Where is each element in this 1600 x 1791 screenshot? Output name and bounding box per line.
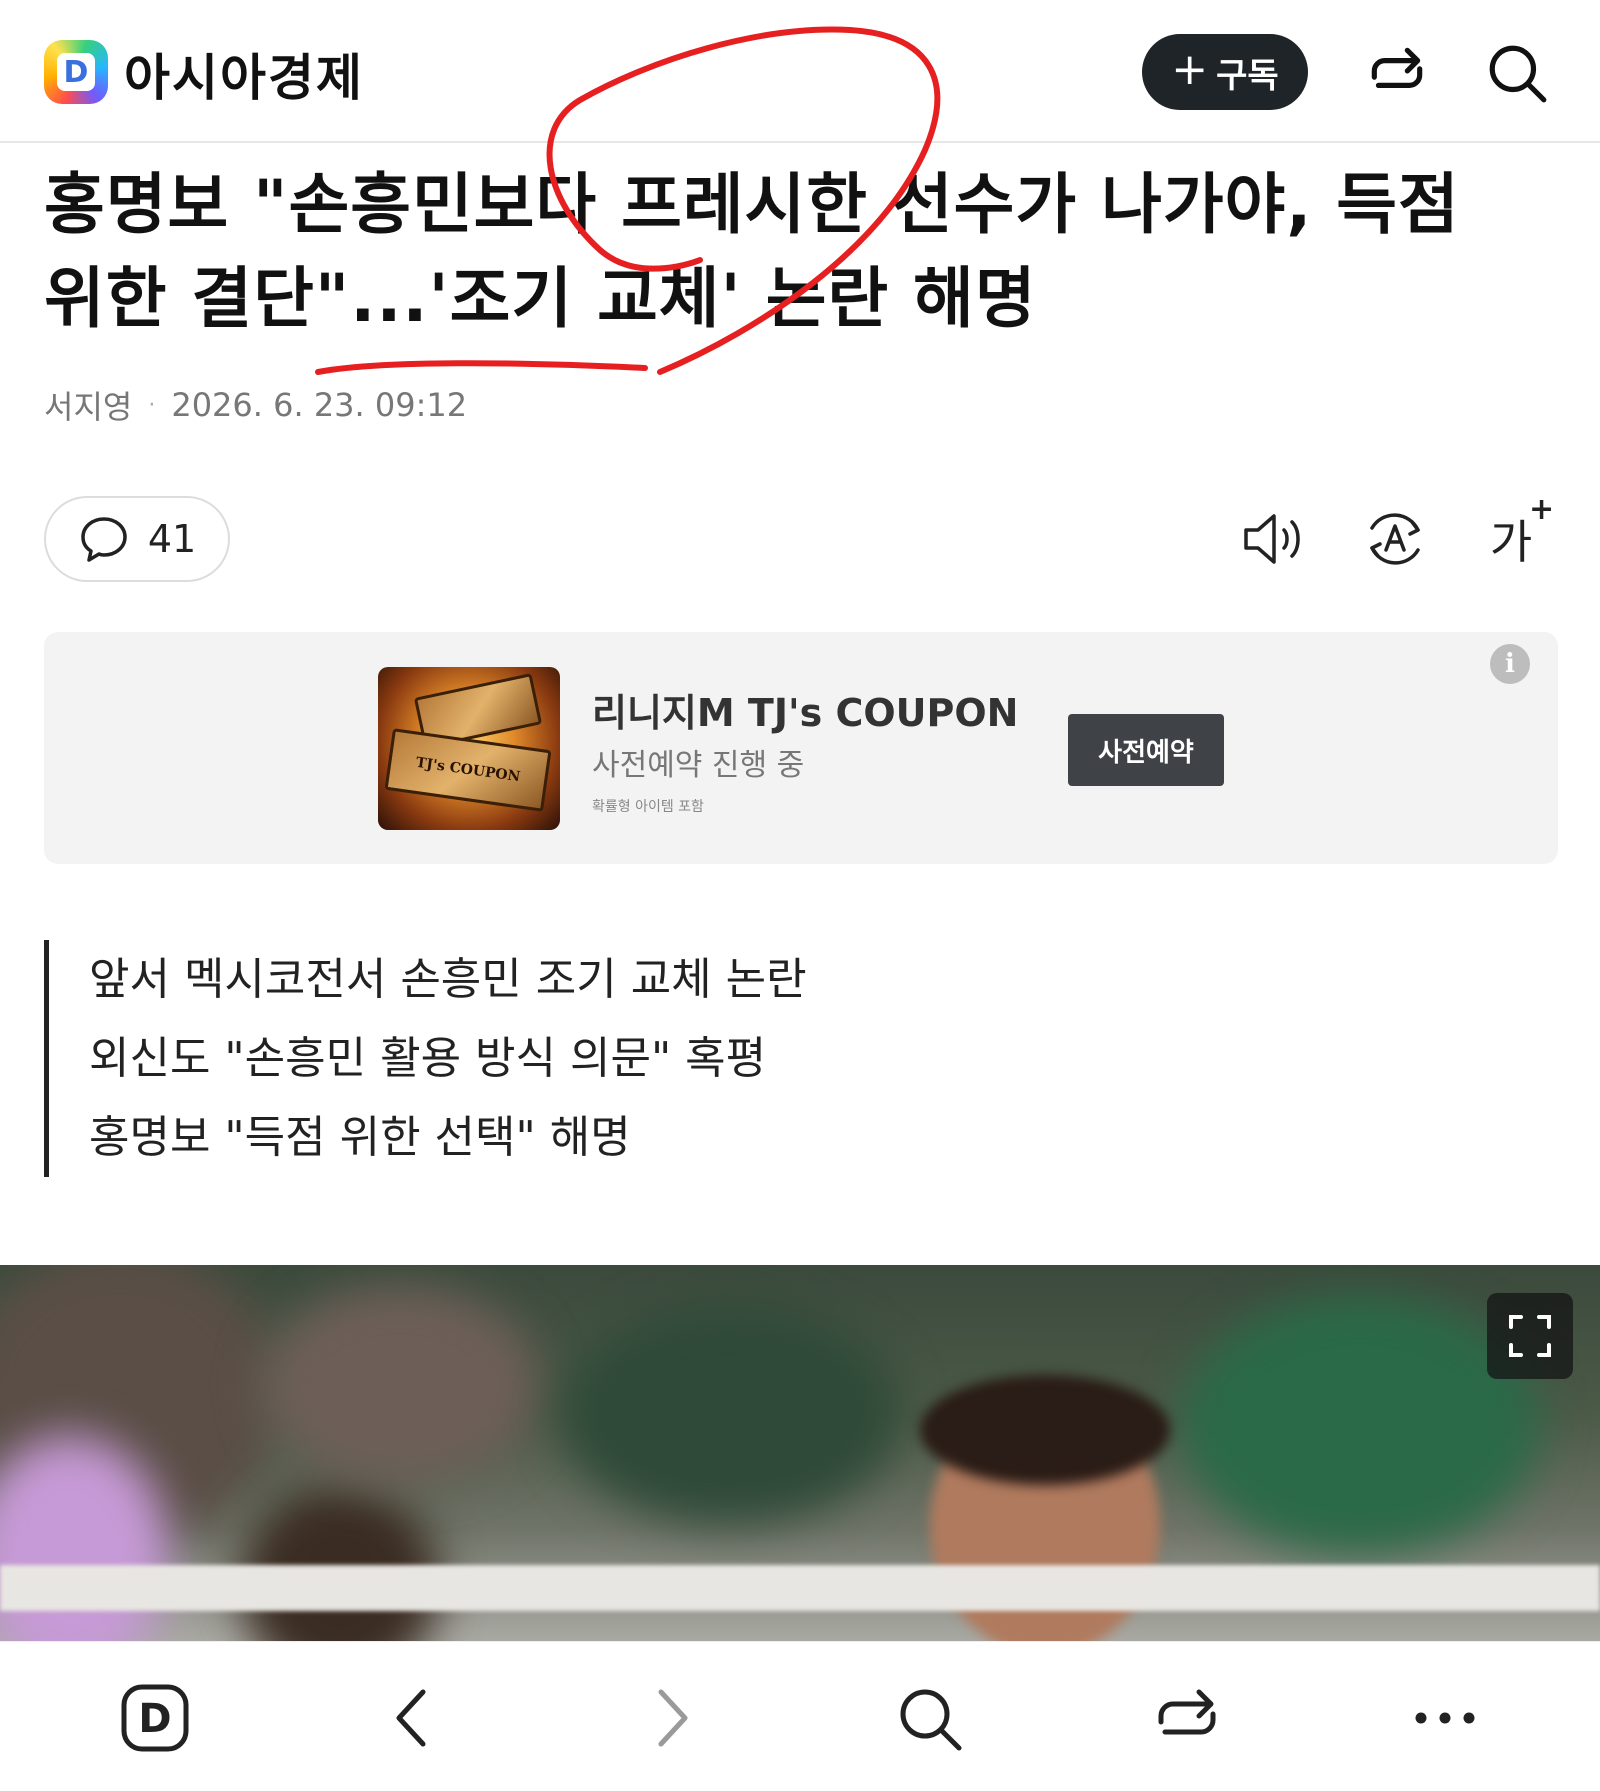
translate-icon[interactable] xyxy=(1360,506,1430,572)
daum-logo[interactable]: D xyxy=(44,40,108,104)
ad-info-icon[interactable]: i xyxy=(1490,644,1530,684)
coupon-image-front: TJ's COUPON xyxy=(384,728,552,812)
plus-icon: + xyxy=(1171,44,1209,95)
share-icon[interactable] xyxy=(1149,1680,1225,1756)
share-icon[interactable] xyxy=(1364,40,1430,106)
more-icon[interactable] xyxy=(1407,1680,1483,1756)
photo-person-hair xyxy=(920,1375,1170,1485)
publish-date: 2026. 6. 23. 09:12 xyxy=(171,386,468,424)
fullscreen-button[interactable] xyxy=(1487,1293,1573,1379)
ad-title[interactable]: 리니지M TJ's COUPON xyxy=(592,682,1018,737)
photo-blur-area xyxy=(240,1485,440,1641)
photo-blur-area xyxy=(260,1285,540,1485)
summary-line: 앞서 멕시코전서 손흥민 조기 교체 논란 xyxy=(89,954,807,1005)
article-summary: 앞서 멕시코전서 손흥민 조기 교체 논란 외신도 "손흥민 활용 방식 의문"… xyxy=(44,940,807,1177)
subscribe-label: 구독 xyxy=(1216,55,1279,96)
ad-subtitle: 사전예약 진행 중 xyxy=(592,748,805,783)
forward-icon[interactable] xyxy=(633,1680,709,1756)
top-header: D 아시아경제 + 구독 xyxy=(0,0,1600,143)
photo-blur-area xyxy=(1180,1295,1540,1555)
ad-preregister-button[interactable]: 사전예약 xyxy=(1068,714,1224,786)
article-title: 홍명보 "손흥민보다 프레시한 선수가 나가야, 득점 위한 결단"...'조기… xyxy=(44,166,1460,337)
bottom-navigation: D xyxy=(0,1641,1600,1791)
site-name[interactable]: 아시아경제 xyxy=(124,38,364,110)
search-icon[interactable] xyxy=(1484,40,1550,106)
font-size-plus: + xyxy=(1529,492,1555,527)
home-icon[interactable]: D xyxy=(117,1680,193,1756)
comment-icon xyxy=(81,517,127,562)
photo-railing xyxy=(0,1565,1600,1611)
back-icon[interactable] xyxy=(375,1680,451,1756)
comments-button[interactable]: 41 xyxy=(44,496,230,582)
summary-line: 홍명보 "득점 위한 선택" 해명 xyxy=(89,1112,631,1163)
photo-blur-area xyxy=(560,1305,900,1525)
font-size-glyph: 가 xyxy=(1489,515,1533,569)
summary-line: 외신도 "손흥민 활용 방식 의문" 혹평 xyxy=(89,1033,767,1084)
font-size-label: 가 + xyxy=(1489,492,1554,572)
ad-note: 확률형 아이템 포함 xyxy=(592,799,704,815)
font-size-icon[interactable]: 가 + xyxy=(1476,492,1554,572)
logo-letter: D xyxy=(57,53,95,91)
byline: 서지영 · 2026. 6. 23. 09:12 xyxy=(44,382,467,428)
subscribe-button[interactable]: + 구독 xyxy=(1142,34,1308,110)
article-photo[interactable] xyxy=(0,1265,1600,1641)
author-name[interactable]: 서지영 xyxy=(44,382,132,428)
byline-separator: · xyxy=(148,392,156,418)
ad-thumbnail[interactable]: TJ's COUPON xyxy=(378,667,560,830)
search-icon[interactable] xyxy=(891,1680,967,1756)
home-letter: D xyxy=(138,1696,171,1742)
fullscreen-icon xyxy=(1509,1315,1551,1357)
speaker-icon[interactable] xyxy=(1240,506,1310,572)
comment-count: 41 xyxy=(147,517,197,561)
ad-banner[interactable]: TJ's COUPON 리니지M TJ's COUPON 사전예약 진행 중 확… xyxy=(44,632,1558,864)
